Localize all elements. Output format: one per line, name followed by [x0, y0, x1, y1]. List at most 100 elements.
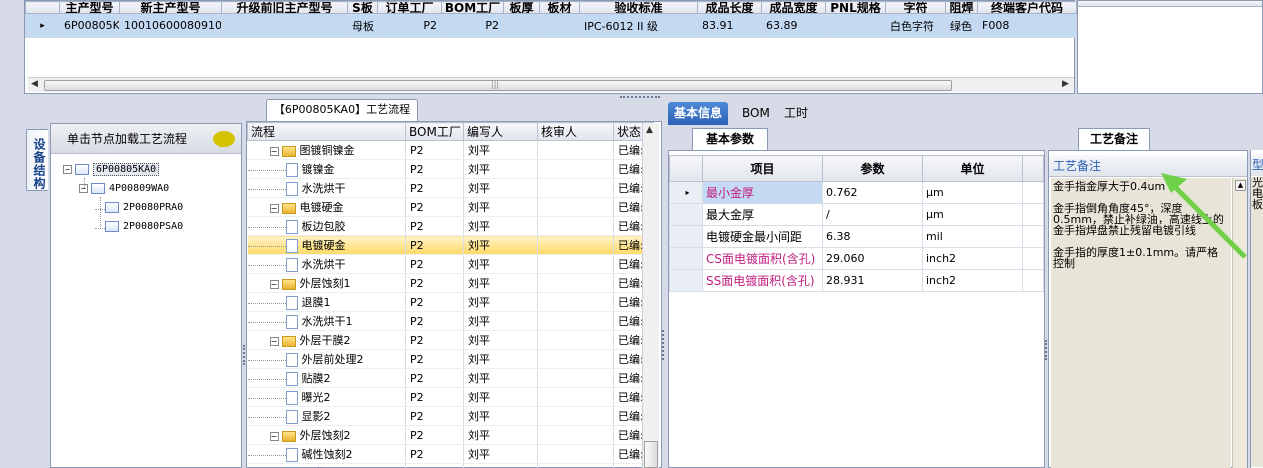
param-value[interactable]: 0.762	[822, 181, 923, 204]
table-row[interactable]: 外层前处理2 P2 刘平 已编:	[247, 349, 654, 369]
splitter-handle[interactable]	[243, 345, 245, 365]
flow-step-cell[interactable]: 外层前处理2	[247, 349, 406, 369]
collapse-icon[interactable]: −	[269, 146, 279, 156]
column-header[interactable]: 板厚	[503, 1, 540, 14]
column-header[interactable]: 升级前旧主产型号	[221, 1, 348, 14]
column-header[interactable]: BOM工厂	[441, 1, 504, 14]
collapse-icon[interactable]: −	[269, 336, 279, 346]
collapse-icon[interactable]: −	[269, 431, 279, 441]
tab-detail-2[interactable]: 工时	[778, 102, 814, 125]
flow-step-cell[interactable]: − 图镀铜镍金	[247, 140, 406, 160]
table-row[interactable]: 贴膜2 P2 刘平 已编:	[247, 368, 654, 388]
table-cell[interactable]: 63.89	[761, 13, 826, 38]
table-cell[interactable]	[539, 13, 580, 38]
column-header[interactable]: S板	[347, 1, 378, 14]
column-header[interactable]: 板材	[539, 1, 580, 14]
flow-step-cell[interactable]: 贴膜2	[247, 368, 406, 388]
column-header[interactable]: 成品宽度	[761, 1, 826, 14]
column-header[interactable]: 新主产型号	[119, 1, 222, 14]
flow-step-cell[interactable]: 镀镍金	[247, 159, 406, 179]
column-header[interactable]: BOM工厂	[405, 122, 464, 141]
column-header[interactable]: 字符	[885, 1, 946, 14]
flow-step-cell[interactable]: 水洗烘干1	[247, 311, 406, 331]
flow-step-cell[interactable]: 水洗烘干	[247, 178, 406, 198]
table-cell[interactable]: 白色字符	[885, 13, 946, 38]
table-row[interactable]: 水洗烘干 P2 刘平 已编:	[247, 254, 654, 274]
scroll-up-icon[interactable]: ▲	[646, 125, 653, 135]
column-header[interactable]	[25, 1, 60, 14]
column-header[interactable]: 核审人	[537, 122, 614, 141]
column-header[interactable]: 成品长度	[697, 1, 762, 14]
table-cell[interactable]: 绿色	[945, 13, 978, 38]
flow-step-cell[interactable]: 退膜2	[247, 463, 406, 468]
table-cell[interactable]: IPC-6012 II 级	[579, 13, 698, 38]
table-row[interactable]: 水洗烘干1 P2 刘平 已编:	[247, 311, 654, 331]
scrollbar-thumb[interactable]: |||	[44, 80, 952, 91]
scroll-left-icon[interactable]: ◀	[31, 79, 38, 89]
table-row[interactable]: 退膜2P2刘平已编:	[247, 463, 654, 468]
table-row[interactable]: 水洗烘干 P2 刘平 已编:	[247, 178, 654, 198]
vertical-scrollbar[interactable]: ▲	[642, 123, 659, 468]
column-header[interactable]: 主产型号	[59, 1, 120, 14]
table-cell[interactable]: 6P00805KA0	[59, 13, 120, 38]
param-value[interactable]: 29.060	[822, 247, 923, 270]
collapse-icon[interactable]: −	[269, 203, 279, 213]
table-row[interactable]: 电镀硬金 P2 刘平 已编:	[247, 235, 654, 255]
tree-node[interactable]: −4P00809WA0	[79, 181, 169, 197]
splitter-handle[interactable]	[620, 96, 660, 98]
table-row[interactable]: SS面电镀面积(含孔) 28.931 inch2	[669, 269, 1044, 292]
table-row[interactable]: − 外层蚀刻1 P2 刘平 已编:	[247, 273, 654, 293]
splitter-handle[interactable]	[1045, 340, 1047, 360]
table-cell[interactable]: F008	[977, 13, 1077, 38]
table-row[interactable]: CS面电镀面积(含孔) 29.060 inch2	[669, 247, 1044, 270]
flow-step-cell[interactable]: 显影2	[247, 406, 406, 426]
table-cell[interactable]: 母板	[347, 13, 378, 38]
table-cell[interactable]: P2	[377, 13, 442, 38]
column-header[interactable]: 单位	[922, 155, 1023, 182]
flow-title-tab[interactable]: 【6P00805KA0】工艺流程	[266, 99, 418, 121]
flow-step-cell[interactable]: 退膜1	[247, 292, 406, 312]
tab-device-structure[interactable]: 设备结构	[26, 129, 48, 191]
tree-node[interactable]: 2P0080PSA0	[95, 219, 183, 235]
column-header[interactable]: 终端客户代码	[977, 1, 1077, 14]
column-header[interactable]: 流程	[247, 122, 406, 141]
table-cell[interactable]: 10010600080910	[119, 13, 222, 38]
param-value[interactable]: /	[822, 203, 923, 226]
tab-detail-0[interactable]: 基本信息	[668, 102, 729, 125]
table-row[interactable]: − 电镀硬金 P2 刘平 已编:	[247, 197, 654, 217]
table-row[interactable]: 显影2 P2 刘平 已编:	[247, 406, 654, 426]
column-header[interactable]: 编写人	[463, 122, 538, 141]
flow-step-cell[interactable]: 碱性蚀刻2	[247, 444, 406, 464]
flow-step-cell[interactable]: − 电镀硬金	[247, 197, 406, 217]
column-header[interactable]: 验收标准	[579, 1, 698, 14]
scroll-right-icon[interactable]: ▶	[1062, 79, 1069, 89]
param-value[interactable]: 6.38	[822, 225, 923, 248]
tab-basic-params[interactable]: 基本参数	[692, 128, 768, 150]
flow-step-cell[interactable]: 板边包胶	[247, 216, 406, 236]
flow-step-cell[interactable]: − 外层蚀刻2	[247, 425, 406, 445]
table-row[interactable]: 镀镍金 P2 刘平 已编:	[247, 159, 654, 179]
collapse-icon[interactable]: −	[63, 164, 72, 174]
column-header[interactable]: 项目	[702, 155, 823, 182]
collapse-icon[interactable]: −	[269, 279, 279, 289]
flow-step-cell[interactable]: 水洗烘干	[247, 254, 406, 274]
tree-node[interactable]: 2P0080PRA0	[95, 200, 183, 216]
table-row[interactable]: − 外层干膜2 P2 刘平 已编:	[247, 330, 654, 350]
table-cell[interactable]: P2	[441, 13, 504, 38]
flow-step-cell[interactable]: − 外层蚀刻1	[247, 273, 406, 293]
column-header[interactable]: 阻焊	[945, 1, 978, 14]
scrollbar-thumb[interactable]	[644, 441, 658, 468]
tab-process-notes[interactable]: 工艺备注	[1078, 128, 1150, 150]
table-row[interactable]: 碱性蚀刻2 P2 刘平 已编:	[247, 444, 654, 464]
flow-step-cell[interactable]: 曝光2	[247, 387, 406, 407]
tree-node[interactable]: − 6P00805KA0	[63, 162, 160, 178]
table-cell[interactable]: 83.91	[697, 13, 762, 38]
table-row[interactable]: − 图镀铜镍金 P2 刘平 已编:	[247, 140, 654, 160]
table-row[interactable]: ▸ 最小金厚 0.762 μm	[669, 181, 1044, 204]
table-row[interactable]: 退膜1 P2 刘平 已编:	[247, 292, 654, 312]
table-row[interactable]: ▸6P00805KA010010600080910母板P2P2IPC-6012 …	[25, 13, 1077, 38]
flow-step-cell[interactable]: − 外层干膜2	[247, 330, 406, 350]
horizontal-scrollbar[interactable]: ◀ ||| ▶	[28, 77, 1074, 92]
column-header[interactable]: 订单工厂	[377, 1, 442, 14]
table-row[interactable]: 曝光2 P2 刘平 已编:	[247, 387, 654, 407]
